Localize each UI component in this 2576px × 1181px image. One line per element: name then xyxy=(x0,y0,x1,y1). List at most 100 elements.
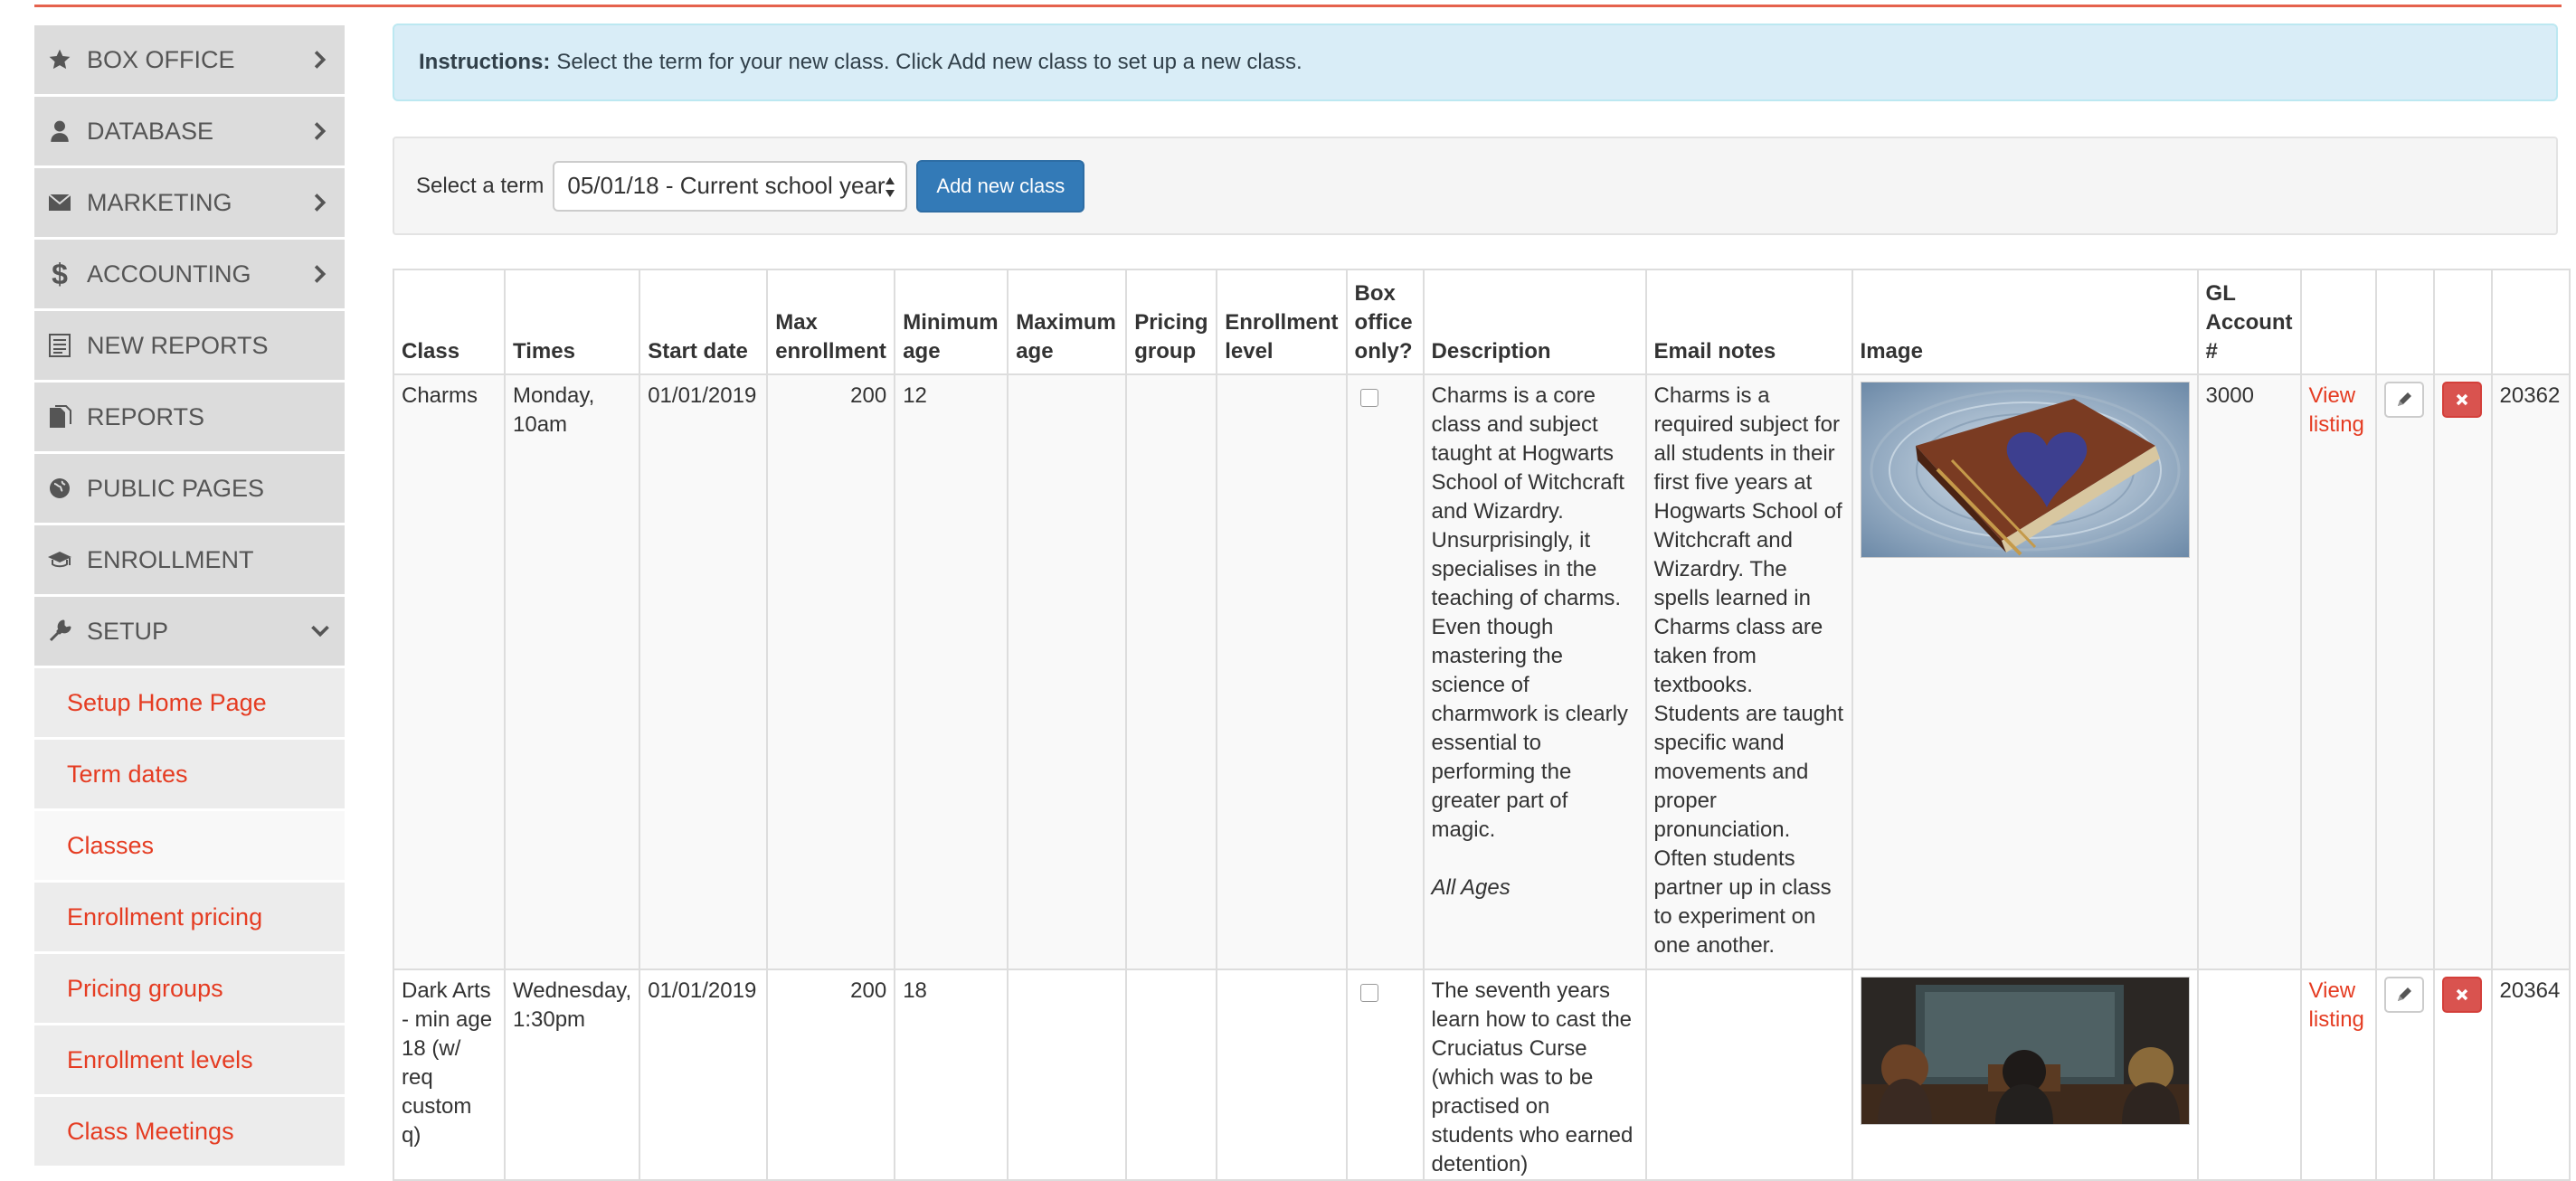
cell-enrollment-level xyxy=(1216,968,1348,1181)
sidebar-item-label: REPORTS xyxy=(87,402,205,430)
cell-email-notes xyxy=(1644,968,1853,1181)
header-times: Times xyxy=(503,269,641,375)
sidebar-item-label: BOX OFFICE xyxy=(87,45,235,73)
edit-button[interactable] xyxy=(2383,977,2424,1013)
sidebar-item-reports[interactable]: REPORTS xyxy=(34,383,345,451)
sidebar-item-marketing[interactable]: MARKETING xyxy=(34,168,345,237)
sidebar-item-box-office[interactable]: BOX OFFICE xyxy=(34,25,345,94)
cell-id: 20364 xyxy=(2490,968,2571,1181)
header-pricing-group: Pricing group xyxy=(1125,269,1218,375)
sidebar-subitem-term-dates[interactable]: Term dates xyxy=(34,740,345,808)
sidebar-subitem-setup-home-page[interactable]: Setup Home Page xyxy=(34,668,345,737)
sidebar-subitem-pricing-groups[interactable]: Pricing groups xyxy=(34,954,345,1023)
cell-view: View listing xyxy=(2299,968,2377,1181)
chevron-right-icon xyxy=(310,50,330,70)
cell-maximum-age xyxy=(1007,968,1128,1181)
cell-delete xyxy=(2432,968,2493,1181)
star-icon xyxy=(47,47,72,72)
sidebar-item-enrollment[interactable]: ENROLLMENT xyxy=(34,525,345,594)
edit-button[interactable] xyxy=(2383,382,2424,418)
header-email-notes: Email notes xyxy=(1644,269,1853,375)
sidebar-item-label: SETUP xyxy=(87,617,169,645)
cell-start-date: 01/01/2019 xyxy=(639,373,769,970)
cell-max-enrollment: 200 xyxy=(766,373,896,970)
table-row: Dark Arts - min age 18 (w/ req custom q)… xyxy=(393,968,2571,1181)
term-select-label: Select a term xyxy=(416,173,545,198)
sidebar-item-label: MARKETING xyxy=(87,188,232,216)
globe-icon xyxy=(47,476,72,501)
sidebar-item-database[interactable]: DATABASE xyxy=(34,97,345,165)
sidebar-item-accounting[interactable]: $ ACCOUNTING xyxy=(34,240,345,308)
pencil-icon xyxy=(2397,392,2411,406)
header-id xyxy=(2490,269,2571,375)
cell-pricing-group xyxy=(1125,968,1218,1181)
sidebar-subitem-enrollment-pricing[interactable]: Enrollment pricing xyxy=(34,883,345,951)
view-listing-link[interactable]: View listing xyxy=(2309,383,2364,437)
sidebar-item-public-pages[interactable]: PUBLIC PAGES xyxy=(34,454,345,523)
cell-class: Dark Arts - min age 18 (w/ req custom q) xyxy=(393,968,506,1181)
cell-class: Charms xyxy=(393,373,506,970)
document-icon xyxy=(47,404,72,430)
sidebar-item-setup[interactable]: SETUP xyxy=(34,597,345,666)
graduation-cap-icon xyxy=(47,547,72,572)
header-class: Class xyxy=(393,269,506,375)
cell-box-office-only xyxy=(1345,968,1425,1181)
cell-edit xyxy=(2374,968,2435,1181)
cell-view: View listing xyxy=(2299,373,2377,970)
add-new-class-button[interactable]: Add new class xyxy=(916,159,1085,213)
chevron-right-icon xyxy=(310,264,330,284)
delete-button[interactable] xyxy=(2441,977,2482,1013)
header-edit xyxy=(2374,269,2435,375)
term-select-value: 05/01/18 - Current school year xyxy=(567,172,886,199)
select-arrows-icon xyxy=(886,176,895,197)
description-age-tag: All Ages xyxy=(1431,875,1511,900)
cell-gl-account: 3000 xyxy=(2196,373,2302,970)
header-start-date: Start date xyxy=(639,269,769,375)
cell-id: 20362 xyxy=(2490,373,2571,970)
cell-image xyxy=(1851,373,2199,970)
sidebar-subitem-enrollment-levels[interactable]: Enrollment levels xyxy=(34,1025,345,1094)
header-view xyxy=(2299,269,2377,375)
sidebar-item-label: DATABASE xyxy=(87,117,214,145)
cell-start-date: 01/01/2019 xyxy=(639,968,769,1181)
instructions-alert: Instructions: Select the term for your n… xyxy=(393,24,2558,101)
close-icon xyxy=(2456,988,2467,1001)
close-icon xyxy=(2456,393,2467,406)
table-header-row: Class Times Start date Max enrollment Mi… xyxy=(393,269,2571,375)
sidebar: BOX OFFICE DATABASE MARKETING $ ACCOUNTI… xyxy=(34,25,345,1168)
class-image-dark-arts xyxy=(1860,977,2190,1125)
header-gl-account: GL Account # xyxy=(2196,269,2302,375)
term-select[interactable]: 05/01/18 - Current school year xyxy=(553,160,908,212)
description-text: Charms is a core class and subject taugh… xyxy=(1431,383,1628,842)
cell-max-enrollment: 200 xyxy=(766,968,896,1181)
header-max-enrollment: Max enrollment xyxy=(766,269,896,375)
header-image: Image xyxy=(1851,269,2199,375)
header-minimum-age: Minimum age xyxy=(894,269,1009,375)
cell-image xyxy=(1851,968,2199,1181)
wrench-icon xyxy=(47,619,72,644)
user-icon xyxy=(47,118,72,144)
header-delete xyxy=(2432,269,2493,375)
chevron-down-icon xyxy=(310,621,330,641)
box-office-only-checkbox[interactable] xyxy=(1359,389,1378,407)
dollar-icon: $ xyxy=(52,257,68,290)
cell-gl-account xyxy=(2196,968,2302,1181)
cell-times: Wednesday, 1:30pm xyxy=(503,968,641,1181)
delete-button[interactable] xyxy=(2441,382,2482,418)
sidebar-subitem-classes[interactable]: Classes xyxy=(34,811,345,880)
box-office-only-checkbox[interactable] xyxy=(1359,984,1378,1002)
class-image-charms xyxy=(1860,382,2190,558)
sidebar-subitem-class-meetings[interactable]: Class Meetings xyxy=(34,1097,345,1166)
sidebar-item-new-reports[interactable]: NEW REPORTS xyxy=(34,311,345,380)
header-enrollment-level: Enrollment level xyxy=(1216,269,1348,375)
description-text: The seventh years learn how to cast the … xyxy=(1431,978,1634,1176)
cell-description: Charms is a core class and subject taugh… xyxy=(1422,373,1647,970)
term-selection-bar: Select a term 05/01/18 - Current school … xyxy=(393,137,2558,235)
cell-maximum-age xyxy=(1007,373,1128,970)
pencil-icon xyxy=(2397,987,2411,1001)
cell-delete xyxy=(2432,373,2493,970)
view-listing-link[interactable]: View listing xyxy=(2309,978,2364,1032)
cell-enrollment-level xyxy=(1216,373,1348,970)
sidebar-item-label: NEW REPORTS xyxy=(87,331,269,359)
cell-description: The seventh years learn how to cast the … xyxy=(1422,968,1647,1181)
